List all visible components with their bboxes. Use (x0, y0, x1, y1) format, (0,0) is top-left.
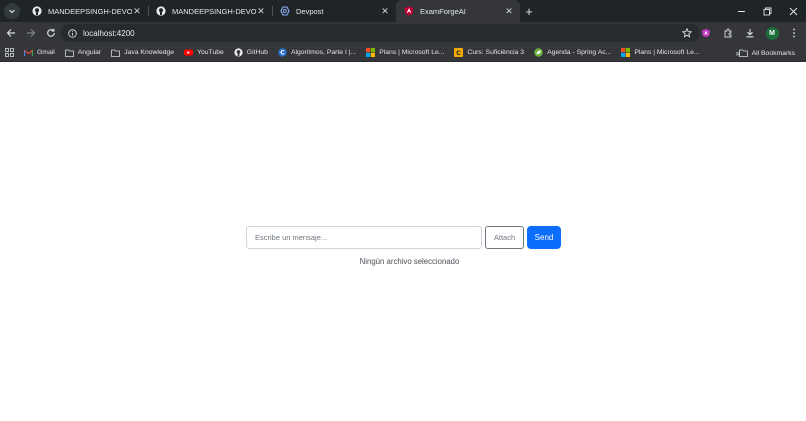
apps-grid-icon (5, 48, 14, 57)
github-icon (156, 6, 166, 16)
restore-icon (763, 7, 771, 15)
file-status-text: Ningún archivo seleccionado (359, 257, 460, 266)
tab-title: MANDEEPSINGH-DEVOPS/Exam (48, 6, 132, 16)
bookmark-youtube[interactable]: YouTube (179, 45, 229, 61)
bookmark-label: Plans | Microsoft Le... (634, 49, 700, 56)
close-icon[interactable]: ✕ (256, 6, 266, 17)
svg-text:D: D (283, 9, 287, 15)
minimize-button[interactable] (728, 0, 754, 22)
bookmark-github[interactable]: GitHub (229, 45, 273, 61)
coursera-icon: C (278, 48, 287, 57)
tab-devpost[interactable]: D Devpost ✕ (272, 0, 396, 22)
svg-text:C: C (457, 49, 462, 57)
close-icon (789, 7, 797, 15)
github-icon (32, 6, 42, 16)
tab-strip: MANDEEPSINGH-DEVOPS/Exam ✕ MANDEEPSINGH-… (0, 0, 806, 22)
angular-icon (404, 6, 414, 16)
close-icon[interactable]: ✕ (380, 6, 390, 17)
close-icon[interactable]: ✕ (504, 6, 514, 17)
bookmark-label: GitHub (246, 49, 268, 56)
svg-text:C: C (280, 50, 285, 57)
back-button[interactable] (2, 24, 20, 42)
reload-icon (47, 28, 55, 37)
folder-icon (738, 49, 748, 58)
bookmark-label: Java Knowledge (124, 49, 175, 56)
github-icon (234, 48, 243, 57)
chat-input-row: Attach Send (246, 226, 561, 249)
tab-title: ExamForgeAI (420, 6, 466, 16)
close-window-button[interactable] (780, 0, 806, 22)
url-text[interactable]: localhost:4200 (83, 29, 135, 38)
microsoft-icon (366, 48, 376, 57)
folder-icon (64, 48, 74, 57)
apps-button[interactable] (0, 45, 19, 61)
site-info-icon[interactable] (68, 28, 77, 38)
folder-icon (111, 48, 121, 57)
bookmark-microsoft-plans-2[interactable]: Plans | Microsoft Le... (616, 45, 704, 61)
spring-icon (534, 48, 543, 57)
close-icon[interactable]: ✕ (132, 6, 142, 17)
bookmark-star-icon[interactable] (682, 28, 692, 38)
new-tab-button[interactable]: + (520, 0, 538, 22)
course-icon: C (454, 48, 464, 57)
tab-title: MANDEEPSINGH-DEVOPS/Exam (172, 6, 256, 16)
bookmark-gmail[interactable]: Gmail (19, 45, 60, 61)
all-bookmarks-button[interactable]: All Bookmarks (734, 45, 800, 61)
send-button[interactable]: Send (527, 226, 561, 249)
bookmark-curs-suficiencia[interactable]: C Curs: Suficiència 3 (449, 45, 529, 61)
address-bar[interactable]: localhost:4200 (60, 24, 700, 42)
bookmark-label: Agenda - Spring Ac... (547, 49, 612, 56)
tab-search-button[interactable] (4, 3, 20, 19)
arrow-left-icon (6, 29, 15, 37)
chevron-down-icon (9, 9, 15, 14)
attach-button[interactable]: Attach (485, 226, 524, 249)
bookmark-label: Gmail (37, 49, 55, 56)
bookmark-agenda-spring[interactable]: Agenda - Spring Ac... (529, 45, 616, 61)
extension-angular-devtools-icon[interactable] (698, 25, 714, 41)
tab-github-2[interactable]: MANDEEPSINGH-DEVOPS/Exam ✕ (148, 0, 272, 22)
all-bookmarks-label: All Bookmarks (751, 49, 795, 57)
bookmark-microsoft-plans-1[interactable]: Plans | Microsoft Le... (361, 45, 449, 61)
arrow-right-icon (27, 29, 36, 37)
bookmark-folder-angular[interactable]: Angular (60, 45, 106, 61)
profile-button[interactable]: M (764, 25, 780, 41)
download-icon[interactable] (742, 25, 758, 41)
bookmark-label: Angular (77, 49, 102, 56)
avatar: M (765, 26, 779, 40)
bookmark-algoritmos[interactable]: C Algoritmos, Parte I |... (273, 45, 361, 61)
toolbar-actions: M (698, 24, 802, 42)
tab-github-1[interactable]: MANDEEPSINGH-DEVOPS/Exam ✕ (24, 0, 148, 22)
microsoft-icon (621, 48, 631, 57)
gmail-icon (24, 48, 33, 57)
bookmark-label: Curs: Suficiència 3 (467, 49, 525, 56)
forward-button[interactable] (22, 24, 40, 42)
menu-kebab-icon[interactable] (786, 25, 802, 41)
reload-button[interactable] (42, 24, 60, 42)
page-content: Attach Send Ningún archivo seleccionado (0, 63, 806, 421)
restore-button[interactable] (754, 0, 780, 22)
window-controls (728, 0, 806, 22)
browser-toolbar: localhost:4200 M (0, 22, 806, 44)
bookmark-label: Plans | Microsoft Le... (379, 49, 445, 56)
minimize-icon (737, 10, 745, 12)
devpost-icon: D (280, 6, 290, 16)
extensions-puzzle-icon[interactable] (720, 25, 736, 41)
tab-examforgeai[interactable]: ExamForgeAI ✕ (396, 0, 520, 22)
bookmarks-bar: Gmail Angular Java Knowledge YouTube Git… (0, 44, 806, 62)
bookmark-label: YouTube (197, 49, 224, 56)
youtube-icon (184, 48, 194, 57)
message-input[interactable] (246, 226, 482, 249)
plus-icon: + (525, 3, 533, 19)
bookmark-label: Algoritmos, Parte I |... (290, 49, 357, 56)
tab-title: Devpost (296, 6, 324, 16)
bookmark-folder-java-knowledge[interactable]: Java Knowledge (106, 45, 179, 61)
